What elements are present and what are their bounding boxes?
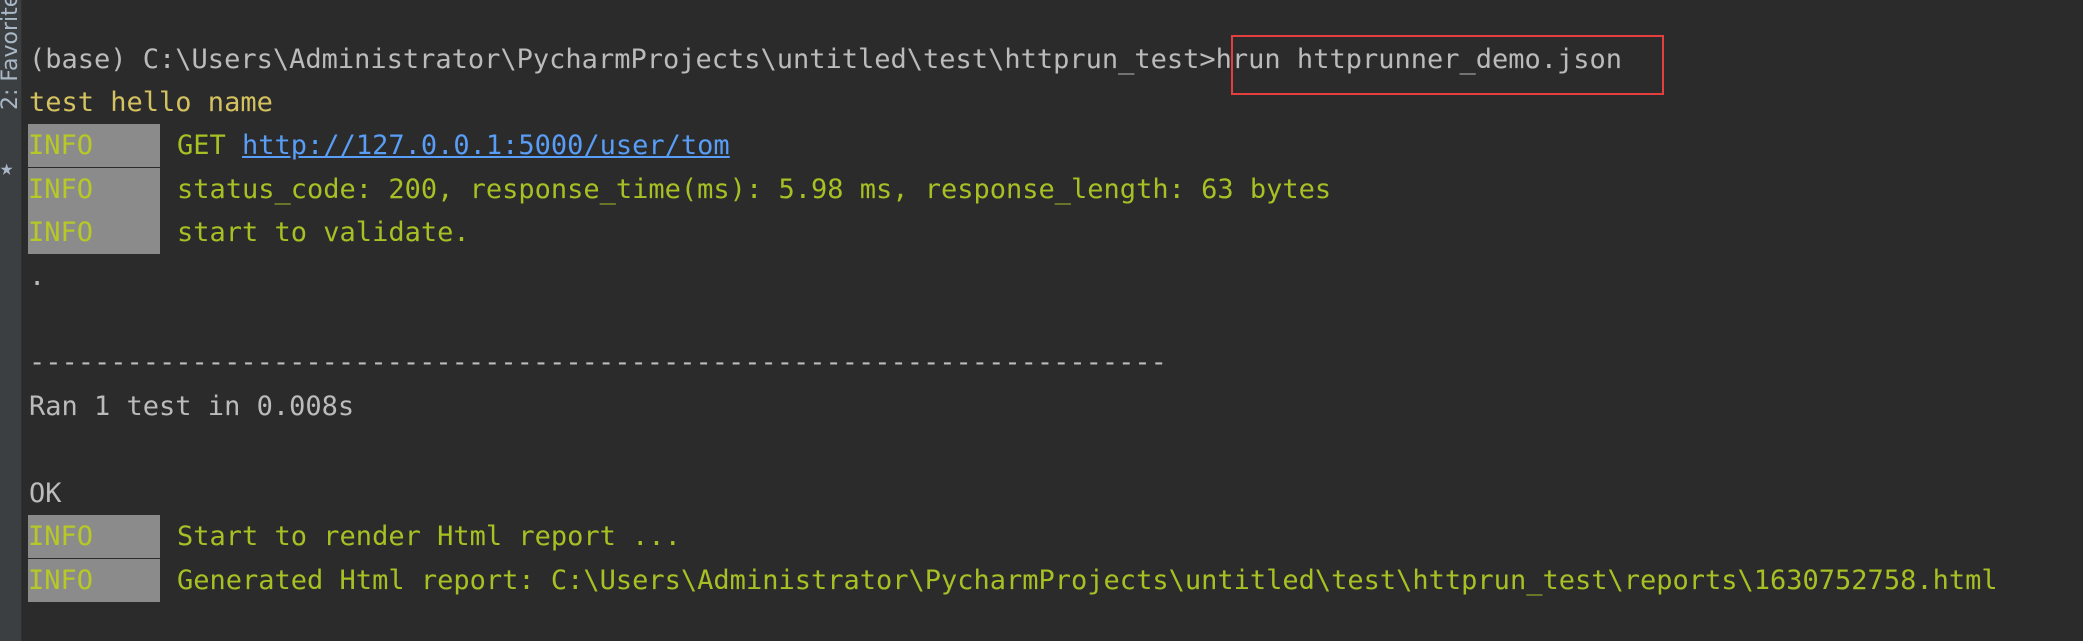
terminal-output[interactable]: (base) C:\Users\Administrator\PycharmPro… <box>0 0 2083 641</box>
log-request-line: GET http://127.0.0.1:5000/user/tom <box>177 124 730 167</box>
run-summary: Ran 1 test in 0.008s <box>29 391 355 422</box>
command-prompt: (base) C:\Users\Administrator\PycharmPro… <box>29 44 1216 75</box>
progress-dot: . <box>29 261 46 292</box>
request-url-link[interactable]: http://127.0.0.1:5000/user/tom <box>242 130 730 161</box>
log-generated-line: Generated Html report: C:\Users\Administ… <box>177 565 1998 596</box>
log-level-badge: INFO <box>28 559 160 602</box>
output-title: test hello name <box>29 87 273 118</box>
log-level-badge: INFO <box>28 211 160 254</box>
log-level-badge: INFO <box>28 515 160 558</box>
log-level-badge: INFO <box>28 124 160 167</box>
log-level-badge: INFO <box>28 168 160 211</box>
run-result: OK <box>29 478 62 509</box>
log-status-line: status_code: 200, response_time(ms): 5.9… <box>177 174 1332 205</box>
separator-line: ----------------------------------------… <box>29 347 1167 378</box>
command-highlight-box <box>1231 35 1664 95</box>
log-render-line: Start to render Html report ... <box>177 521 681 552</box>
log-validate-line: start to validate. <box>177 217 470 248</box>
request-method: GET <box>177 130 243 161</box>
